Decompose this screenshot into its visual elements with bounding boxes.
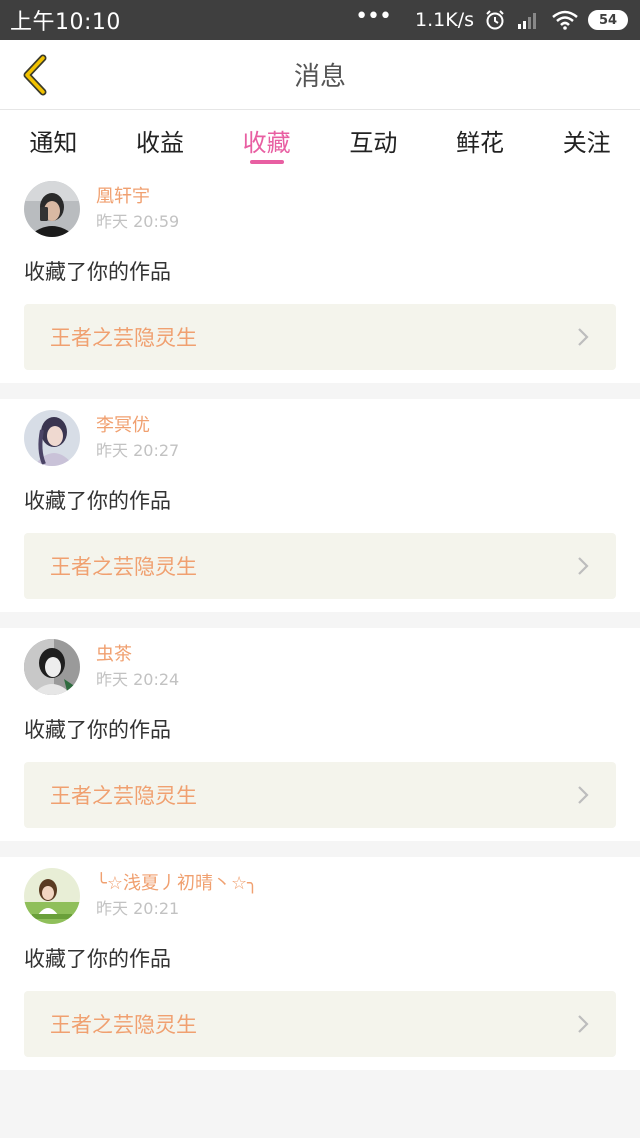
work-title: 王者之芸隐灵生 bbox=[50, 326, 197, 350]
chevron-right-icon bbox=[576, 555, 590, 577]
user-meta: ╰☆浅夏丿初晴丶☆╮ 昨天 20:21 bbox=[96, 871, 258, 921]
action-text: 收藏了你的作品 bbox=[24, 260, 171, 284]
timestamp: 昨天 20:21 bbox=[96, 899, 180, 918]
message-list: 凰轩宇 昨天 20:59 收藏了你的作品 王者之芸隐灵生 李冥优 昨天 20:2… bbox=[0, 170, 640, 1086]
battery-icon: 54 bbox=[588, 10, 628, 30]
chevron-right-icon bbox=[576, 1013, 590, 1035]
username[interactable]: ╰☆浅夏丿初晴丶☆╮ bbox=[96, 871, 258, 897]
chevron-left-icon bbox=[19, 54, 49, 96]
tab-follow[interactable]: 关注 bbox=[533, 110, 640, 170]
username[interactable]: 凰轩宇 bbox=[96, 184, 179, 210]
avatar[interactable] bbox=[24, 410, 80, 466]
more-dots-icon: ••• bbox=[355, 3, 392, 29]
action-text: 收藏了你的作品 bbox=[24, 947, 171, 971]
net-speed: 1.1K/s bbox=[415, 9, 474, 31]
timestamp: 昨天 20:24 bbox=[96, 670, 180, 689]
status-indicators: ••• 1.1K/s 54 bbox=[355, 4, 628, 33]
message-header: 李冥优 昨天 20:27 bbox=[24, 409, 616, 467]
username[interactable]: 虫茶 bbox=[96, 642, 179, 668]
chevron-right-icon bbox=[576, 326, 590, 348]
work-link[interactable]: 王者之芸隐灵生 bbox=[24, 762, 616, 828]
signal-icon bbox=[516, 10, 542, 30]
tab-label: 通知 bbox=[29, 128, 78, 157]
action-text: 收藏了你的作品 bbox=[24, 489, 171, 513]
tab-label: 关注 bbox=[562, 128, 611, 157]
tab-flowers[interactable]: 鲜花 bbox=[427, 110, 534, 170]
avatar[interactable] bbox=[24, 868, 80, 924]
back-button[interactable] bbox=[12, 52, 56, 98]
user-meta: 李冥优 昨天 20:27 bbox=[96, 413, 179, 463]
message-card: 李冥优 昨天 20:27 收藏了你的作品 王者之芸隐灵生 bbox=[0, 399, 640, 612]
page-title: 消息 bbox=[293, 62, 346, 92]
work-link[interactable]: 王者之芸隐灵生 bbox=[24, 533, 616, 599]
tab-earnings[interactable]: 收益 bbox=[107, 110, 214, 170]
timestamp: 昨天 20:27 bbox=[96, 441, 180, 460]
work-link[interactable]: 王者之芸隐灵生 bbox=[24, 991, 616, 1057]
work-link[interactable]: 王者之芸隐灵生 bbox=[24, 304, 616, 370]
message-card: ╰☆浅夏丿初晴丶☆╮ 昨天 20:21 收藏了你的作品 王者之芸隐灵生 bbox=[0, 857, 640, 1070]
timestamp: 昨天 20:59 bbox=[96, 212, 180, 231]
tab-interaction[interactable]: 互动 bbox=[320, 110, 427, 170]
avatar[interactable] bbox=[24, 639, 80, 695]
user-meta: 虫茶 昨天 20:24 bbox=[96, 642, 179, 692]
tab-label: 鲜花 bbox=[456, 128, 505, 157]
tab-label: 互动 bbox=[349, 128, 398, 157]
chevron-right-icon bbox=[576, 784, 590, 806]
status-time: 上午10:10 bbox=[10, 10, 121, 35]
message-card: 凰轩宇 昨天 20:59 收藏了你的作品 王者之芸隐灵生 bbox=[0, 170, 640, 383]
message-card: 虫茶 昨天 20:24 收藏了你的作品 王者之芸隐灵生 bbox=[0, 628, 640, 841]
tab-bar: 通知 收益 收藏 互动 鲜花 关注 bbox=[0, 110, 640, 170]
work-title: 王者之芸隐灵生 bbox=[50, 784, 197, 808]
status-bar: 上午10:10 ••• 1.1K/s 54 bbox=[0, 0, 640, 40]
username[interactable]: 李冥优 bbox=[96, 413, 179, 439]
tab-label: 收益 bbox=[136, 128, 184, 157]
tab-favorites[interactable]: 收藏 bbox=[213, 110, 320, 170]
alarm-icon bbox=[484, 9, 506, 31]
work-title: 王者之芸隐灵生 bbox=[50, 1013, 197, 1037]
message-header: ╰☆浅夏丿初晴丶☆╮ 昨天 20:21 bbox=[24, 867, 616, 925]
tab-label: 收藏 bbox=[242, 128, 291, 157]
work-title: 王者之芸隐灵生 bbox=[50, 555, 197, 579]
nav-bar: 消息 bbox=[0, 40, 640, 110]
message-header: 凰轩宇 昨天 20:59 bbox=[24, 180, 616, 238]
message-header: 虫茶 昨天 20:24 bbox=[24, 638, 616, 696]
user-meta: 凰轩宇 昨天 20:59 bbox=[96, 184, 179, 234]
action-text: 收藏了你的作品 bbox=[24, 718, 171, 742]
avatar[interactable] bbox=[24, 181, 80, 237]
tab-notice[interactable]: 通知 bbox=[0, 110, 107, 170]
wifi-icon bbox=[552, 10, 578, 30]
